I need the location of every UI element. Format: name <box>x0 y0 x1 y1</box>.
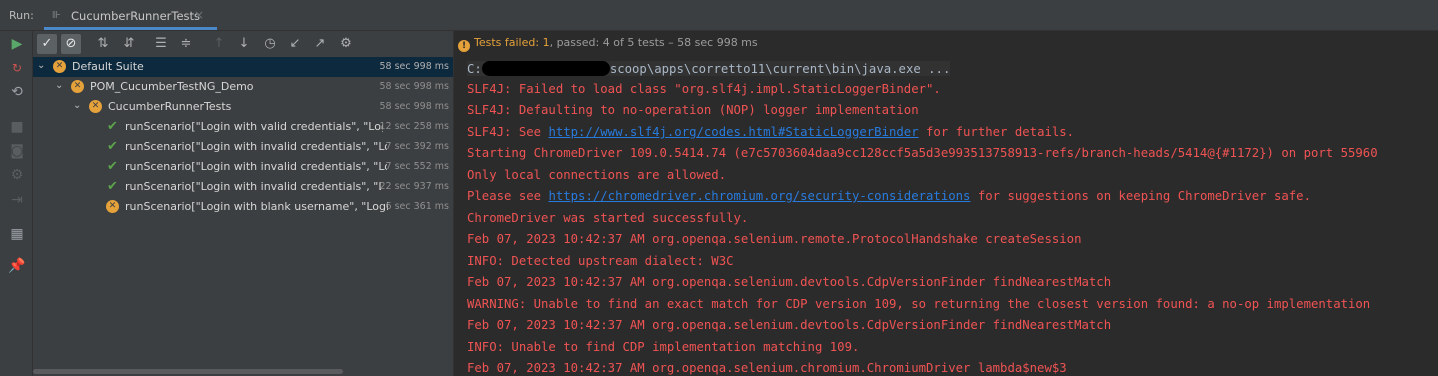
console-line: SLF4J: Defaulting to no-operation (NOP) … <box>467 103 919 117</box>
tree-item-time: 7 sec 552 ms <box>385 161 449 172</box>
tab-cucumber-runner-tests[interactable]: ⊪ CucumberRunnerTests × <box>44 2 217 30</box>
prev-failed-icon[interactable]: ↑ <box>209 34 229 54</box>
text: SLF4J: See <box>467 125 549 139</box>
exit-icon: ⇥ <box>11 192 23 208</box>
horizontal-scrollbar[interactable] <box>33 369 343 374</box>
passed-label: , passed: <box>549 36 603 49</box>
console-line: Feb 07, 2023 10:42:37 AM org.openqa.sele… <box>467 361 1067 375</box>
tree-item-name: runScenario["Login with valid credential… <box>125 120 383 133</box>
expand-arrow-icon[interactable]: ⌄ <box>73 100 81 111</box>
tree-item-time: 58 sec 998 ms <box>379 81 449 92</box>
console-line: Only local connections are allowed. <box>467 168 727 182</box>
text: for suggestions on keeping ChromeDriver … <box>970 189 1311 203</box>
expand-arrow-icon[interactable]: ⌄ <box>37 60 45 71</box>
stop-icon: ■ <box>10 119 24 135</box>
close-tab-icon[interactable]: × <box>194 8 204 22</box>
sort-duration-icon[interactable]: ⇵ <box>119 34 139 54</box>
layout-icon[interactable]: ▦ <box>8 225 26 243</box>
failed-label: Tests failed: <box>474 36 543 49</box>
tree-item-name: POM_CucumberTestNG_Demo <box>90 80 254 93</box>
expand-all-icon[interactable]: ☰ <box>151 34 171 54</box>
tree-item-name: CucumberRunnerTests <box>108 100 232 113</box>
left-action-strip: ▶ ↻ ⟲ ■ ◙ ⚙ ⇥ ▦ 📌 <box>0 31 33 376</box>
pass-check-icon: ✔ <box>107 179 118 194</box>
dump-threads-icon: ◙ <box>10 143 24 159</box>
fail-status-icon: ✕ <box>106 200 119 213</box>
tree-row-default-suite[interactable]: ⌄ ✕ Default Suite 58 sec 998 ms <box>33 57 453 77</box>
text: Please see <box>467 189 549 203</box>
run-label: Run: <box>9 9 34 22</box>
tree-row-scenario-3[interactable]: ✔ runScenario["Login with invalid creden… <box>33 157 453 177</box>
tree-item-time: 12 sec 258 ms <box>379 121 449 132</box>
console-line: Please see https://chromedriver.chromium… <box>467 189 1311 203</box>
passed-count: 4 <box>602 36 610 49</box>
console-line: Feb 07, 2023 10:42:37 AM org.openqa.sele… <box>467 318 1112 332</box>
test-toolbar: ✓ ⊘ ⇅ ⇵ ☰ ≑ ↑ ↓ ◷ ↙ ↗ ⚙ <box>33 31 453 57</box>
settings-gear-icon: ⚙ <box>10 167 24 183</box>
tree-item-time: 7 sec 392 ms <box>385 141 449 152</box>
tree-item-name: runScenario["Login with invalid credenti… <box>125 180 381 193</box>
tree-row-scenario-1[interactable]: ✔ runScenario["Login with valid credenti… <box>33 117 453 137</box>
tree-item-name: runScenario["Login with invalid credenti… <box>125 160 387 173</box>
fail-status-icon: ✕ <box>53 60 66 73</box>
failed-count: 1 <box>542 36 550 49</box>
rerun-failed-icon[interactable]: ↻ <box>8 59 26 77</box>
cmd-suffix: scoop\apps\corretto11\current\bin\java.e… <box>609 62 951 76</box>
summary-suffix: of 5 tests – 58 sec 998 ms <box>609 36 758 49</box>
show-passed-icon[interactable]: ✓ <box>37 34 57 54</box>
pass-check-icon: ✔ <box>107 139 118 154</box>
tree-item-name: Default Suite <box>72 60 144 73</box>
tree-item-time: 58 sec 998 ms <box>379 101 449 112</box>
expand-arrow-icon[interactable]: ⌄ <box>55 80 63 91</box>
console-line: ChromeDriver was started successfully. <box>467 211 749 225</box>
tree-row-pom-demo[interactable]: ⌄ ✕ POM_CucumberTestNG_Demo 58 sec 998 m… <box>33 77 453 97</box>
console-line: SLF4J: See http://www.slf4j.org/codes.ht… <box>467 125 1074 139</box>
console-line: Feb 07, 2023 10:42:37 AM org.openqa.sele… <box>467 232 1082 246</box>
console-line: WARNING: Unable to find an exact match f… <box>467 297 1371 311</box>
cmd-prefix: C: <box>467 62 482 76</box>
fail-status-icon: ✕ <box>71 80 84 93</box>
tree-row-scenario-4[interactable]: ✔ runScenario["Login with invalid creden… <box>33 177 453 197</box>
tree-row-scenario-2[interactable]: ✔ runScenario["Login with invalid creden… <box>33 137 453 157</box>
export-icon[interactable]: ↗ <box>310 34 330 54</box>
console-command-line: C: scoop\apps\corretto11\current\bin\java… <box>467 61 951 76</box>
pin-icon[interactable]: 📌 <box>8 257 26 275</box>
toggle-auto-test-icon[interactable]: ⟲ <box>8 83 26 101</box>
console-output[interactable]: C: scoop\apps\corretto11\current\bin\java… <box>454 57 1438 376</box>
tree-item-time: 58 sec 998 ms <box>377 61 449 72</box>
test-status-summary: ! Tests failed: 1, passed: 4 of 5 tests –… <box>458 36 758 52</box>
console-line: Starting ChromeDriver 109.0.5414.74 (e7c… <box>467 146 1378 160</box>
fail-status-icon: ✕ <box>89 100 102 113</box>
pass-check-icon: ✔ <box>107 119 118 134</box>
slf4j-link[interactable]: http://www.slf4j.org/codes.html#StaticLo… <box>548 125 918 139</box>
text: for further details. <box>918 125 1075 139</box>
rerun-icon[interactable]: ▶ <box>8 35 26 53</box>
collapse-all-icon[interactable]: ≑ <box>176 34 196 54</box>
sort-alpha-icon[interactable]: ⇅ <box>93 34 113 54</box>
chromedriver-security-link[interactable]: https://chromedriver.chromium.org/securi… <box>548 189 970 203</box>
test-tree: ⌄ ✕ Default Suite 58 sec 998 ms ⌄ ✕ POM_… <box>33 57 453 376</box>
show-ignored-icon[interactable]: ⊘ <box>61 34 81 54</box>
console-line: INFO: Detected upstream dialect: W3C <box>467 254 734 268</box>
tree-row-scenario-5[interactable]: ✕ runScenario["Login with blank username… <box>33 197 453 217</box>
tab-title: CucumberRunnerTests <box>71 9 201 23</box>
import-icon[interactable]: ↙ <box>285 34 305 54</box>
tree-item-time: 6 sec 361 ms <box>385 201 449 212</box>
console-line: Feb 07, 2023 10:42:37 AM org.openqa.sele… <box>467 275 1112 289</box>
warning-icon: ! <box>458 40 470 52</box>
console-line: SLF4J: Failed to load class "org.slf4j.i… <box>467 82 941 96</box>
test-config-icon: ⊪ <box>52 10 61 21</box>
console-line: INFO: Unable to find CDP implementation … <box>467 340 860 354</box>
next-failed-icon[interactable]: ↓ <box>234 34 254 54</box>
redacted-path <box>481 61 610 76</box>
history-icon[interactable]: ◷ <box>260 34 280 54</box>
settings-icon[interactable]: ⚙ <box>336 34 356 54</box>
tree-row-cucumber-runner[interactable]: ⌄ ✕ CucumberRunnerTests 58 sec 998 ms <box>33 97 453 117</box>
tree-item-time: 22 sec 937 ms <box>379 181 449 192</box>
pass-check-icon: ✔ <box>107 159 118 174</box>
run-tool-window-header: Run: ⊪ CucumberRunnerTests × <box>0 0 1438 31</box>
tree-item-name: runScenario["Login with blank username",… <box>125 200 389 213</box>
tree-item-name: runScenario["Login with invalid credenti… <box>125 140 387 153</box>
